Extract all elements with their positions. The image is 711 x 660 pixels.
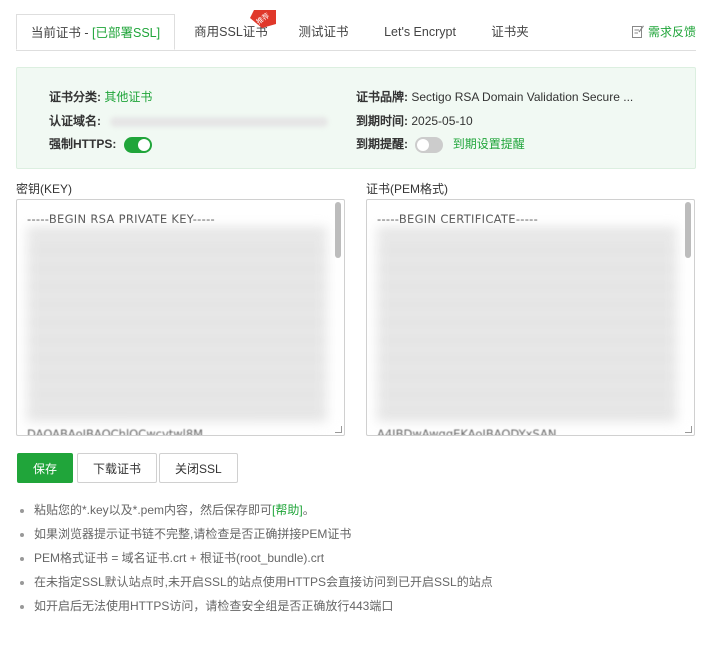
cert-brand-label: 证书品牌: <box>356 90 408 104</box>
key-resize-grip[interactable] <box>335 426 342 433</box>
key-scrollbar[interactable] <box>335 202 341 258</box>
cert-brand-row: 证书品牌: Sectigo RSA Domain Validation Secu… <box>356 88 633 105</box>
expire-time-row: 到期时间: 2025-05-10 <box>356 112 473 129</box>
expire-time-label: 到期时间: <box>356 114 408 128</box>
key-textarea[interactable]: -----BEGIN RSA PRIVATE KEY----- DAOABAoI… <box>16 199 345 436</box>
tab-commercial-ssl[interactable]: 商用SSL证书 推荐 <box>194 10 276 50</box>
tab-test-cert-label: 测试证书 <box>298 25 349 39</box>
cert-domain-row: 认证域名: <box>49 112 329 129</box>
key-last-line: DAOABAoIBAOChlOCwcvtwl8M <box>27 427 204 436</box>
cert-last-line: A4IBDwAwggEKAoIBAODYxSAN <box>377 427 557 436</box>
expire-remind-toggle[interactable] <box>415 136 444 153</box>
tab-current-cert-label: 当前证书 - <box>30 26 93 40</box>
cert-scrollbar[interactable] <box>685 202 691 258</box>
expire-remind-row: 到期提醒: 到期设置提醒 <box>356 135 525 153</box>
key-field-label: 密钥(KEY) <box>16 182 73 196</box>
force-https-row: 强制HTTPS: <box>49 135 152 153</box>
tip-item: 如开启后无法使用HTTPS访问，请检查安全组是否正确放行443端口 <box>34 594 493 618</box>
key-content-redacted <box>27 228 327 423</box>
deployed-status: [已部署SSL] <box>92 26 161 40</box>
tab-cert-folder-label: 证书夹 <box>491 25 529 39</box>
force-https-toggle[interactable] <box>123 136 152 153</box>
tip-item: PEM格式证书 = 域名证书.crt + 根证书(root_bundle).cr… <box>34 546 493 570</box>
ssl-tab-bar: 当前证书 - [已部署SSL] 商用SSL证书 推荐 测试证书 Let's En… <box>16 10 696 51</box>
cert-content-redacted <box>377 228 677 423</box>
tip-item: 粘贴您的*.key以及*.pem内容，然后保存即可[帮助]。 <box>34 498 493 522</box>
tab-current-cert[interactable]: 当前证书 - [已部署SSL] <box>16 14 175 50</box>
cert-textarea[interactable]: -----BEGIN CERTIFICATE----- A4IBDwAwggEK… <box>366 199 695 436</box>
tip-item: 如果浏览器提示证书链不完整,请检查是否正确拼接PEM证书 <box>34 522 493 546</box>
recommend-badge-icon: 推荐 <box>250 10 276 28</box>
expire-time-value: 2025-05-10 <box>411 114 473 128</box>
help-link[interactable]: [帮助] <box>272 503 303 517</box>
feedback-label: 需求反馈 <box>647 25 696 39</box>
cert-field-label: 证书(PEM格式) <box>366 182 448 196</box>
cert-first-line: -----BEGIN CERTIFICATE----- <box>377 212 539 226</box>
cert-category-row: 证书分类: 其他证书 <box>49 88 152 105</box>
cert-category-value: 其他证书 <box>104 90 153 104</box>
download-cert-button[interactable]: 下载证书 <box>77 453 158 483</box>
edit-note-icon <box>631 25 644 38</box>
cert-domain-label: 认证域名: <box>49 114 101 128</box>
tab-cert-folder[interactable]: 证书夹 <box>486 14 534 50</box>
cert-info-panel: 证书分类: 其他证书 认证域名: 强制HTTPS: 证书品牌: Sectigo … <box>16 67 696 169</box>
cert-brand-value: Sectigo RSA Domain Validation Secure ... <box>411 90 634 104</box>
tip-item: 在未指定SSL默认站点时,未开启SSL的站点使用HTTPS会直接访问到已开启SS… <box>34 570 493 594</box>
force-https-label: 强制HTTPS: <box>49 137 117 151</box>
cert-category-label: 证书分类: <box>49 90 101 104</box>
tip1-end: 。 <box>302 503 315 517</box>
expire-remind-settings-link[interactable]: 到期设置提醒 <box>453 137 525 151</box>
tip1-text: 粘贴您的*.key以及*.pem内容，然后保存即可 <box>34 503 273 517</box>
save-button[interactable]: 保存 <box>17 453 74 483</box>
cert-resize-grip[interactable] <box>685 426 692 433</box>
tab-test-cert[interactable]: 测试证书 <box>296 14 351 50</box>
expire-remind-toggle-knob <box>417 138 430 151</box>
expire-remind-label: 到期提醒: <box>356 137 408 151</box>
feedback-link[interactable]: 需求反馈 <box>631 14 696 50</box>
close-ssl-button[interactable]: 关闭SSL <box>159 453 238 483</box>
force-https-toggle-knob <box>137 138 150 151</box>
cert-domain-value-redacted <box>110 116 329 127</box>
tab-letsencrypt[interactable]: Let's Encrypt <box>376 14 464 50</box>
ssl-tips-list: 粘贴您的*.key以及*.pem内容，然后保存即可[帮助]。 如果浏览器提示证书… <box>20 498 493 618</box>
key-first-line: -----BEGIN RSA PRIVATE KEY----- <box>27 212 215 226</box>
tab-letsencrypt-label: Let's Encrypt <box>384 25 456 39</box>
